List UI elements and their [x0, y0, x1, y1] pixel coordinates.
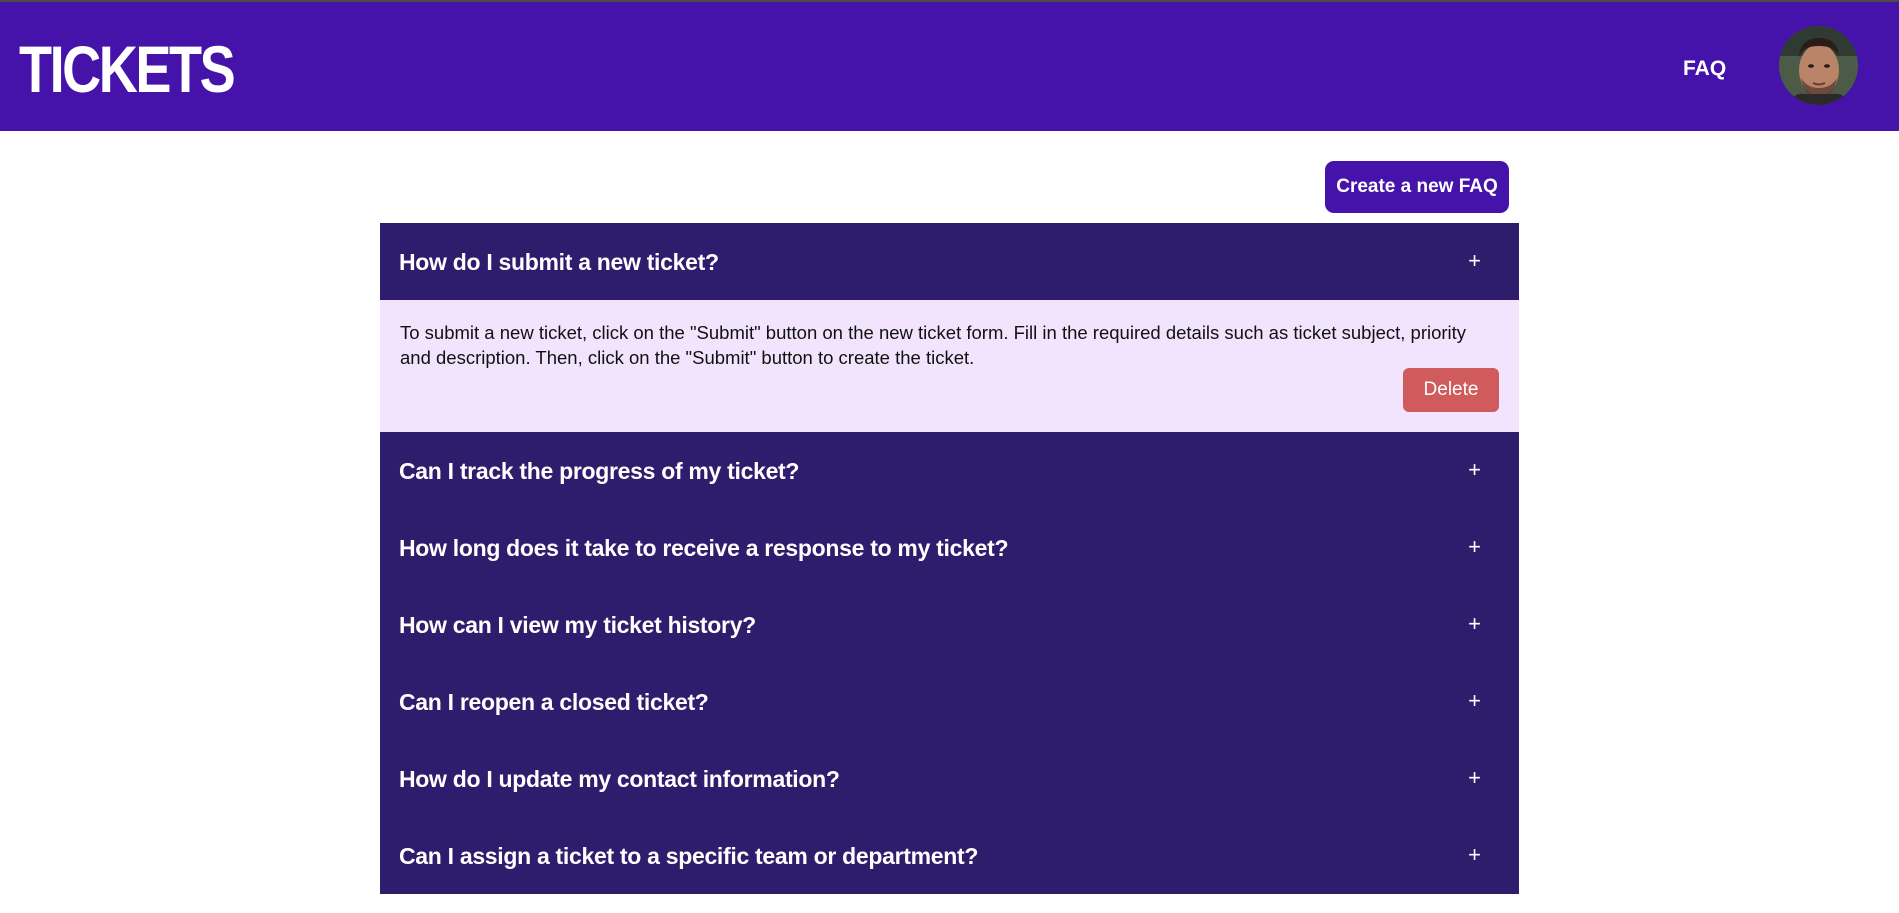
faq-question-text: Can I assign a ticket to a specific team… — [399, 843, 979, 869]
faq-question-header[interactable]: How do I update my contact information? … — [380, 740, 1519, 817]
faq-question-text: Can I reopen a closed ticket? — [399, 689, 709, 715]
expand-plus-icon[interactable]: + — [1468, 764, 1481, 792]
faq-question-text: How long does it take to receive a respo… — [399, 535, 1009, 561]
faq-item: How long does it take to receive a respo… — [380, 509, 1519, 586]
faq-question-header[interactable]: How do I submit a new ticket? + — [380, 223, 1519, 300]
expand-plus-icon[interactable]: + — [1468, 247, 1481, 275]
nav-link-faq[interactable]: FAQ — [1683, 56, 1726, 82]
faq-answer-panel: To submit a new ticket, click on the "Su… — [380, 300, 1519, 432]
faq-item: Can I assign a ticket to a specific team… — [380, 817, 1519, 894]
faq-question-header[interactable]: Can I assign a ticket to a specific team… — [380, 817, 1519, 894]
faq-answer-text: To submit a new ticket, click on the "Su… — [400, 322, 1467, 368]
delete-faq-button[interactable]: Delete — [1403, 368, 1499, 412]
faq-question-text: How can I view my ticket history? — [399, 612, 756, 638]
avatar-photo-icon — [1779, 26, 1858, 105]
expand-plus-icon[interactable]: + — [1468, 456, 1481, 484]
expand-plus-icon[interactable]: + — [1468, 841, 1481, 869]
create-faq-button[interactable]: Create a new FAQ — [1325, 161, 1509, 213]
faq-question-header[interactable]: Can I track the progress of my ticket? + — [380, 432, 1519, 509]
faq-item: How can I view my ticket history? + — [380, 586, 1519, 663]
faq-question-header[interactable]: Can I reopen a closed ticket? + — [380, 663, 1519, 740]
faq-question-text: How do I submit a new ticket? — [399, 249, 719, 275]
app-logo[interactable]: TICKETS — [19, 36, 236, 102]
faq-item: How do I update my contact information? … — [380, 740, 1519, 817]
faq-question-text: How do I update my contact information? — [399, 766, 840, 792]
user-avatar[interactable] — [1779, 26, 1858, 105]
expand-plus-icon[interactable]: + — [1468, 533, 1481, 561]
faq-item: How do I submit a new ticket? + To submi… — [380, 223, 1519, 432]
faq-question-text: Can I track the progress of my ticket? — [399, 458, 800, 484]
expand-plus-icon[interactable]: + — [1468, 610, 1481, 638]
expand-plus-icon[interactable]: + — [1468, 687, 1481, 715]
faq-question-header[interactable]: How can I view my ticket history? + — [380, 586, 1519, 663]
faq-accordion: How do I submit a new ticket? + To submi… — [380, 223, 1519, 894]
top-navbar: TICKETS FAQ — [0, 2, 1899, 131]
faq-item: Can I reopen a closed ticket? + — [380, 663, 1519, 740]
faq-question-header[interactable]: How long does it take to receive a respo… — [380, 509, 1519, 586]
faq-item: Can I track the progress of my ticket? + — [380, 432, 1519, 509]
